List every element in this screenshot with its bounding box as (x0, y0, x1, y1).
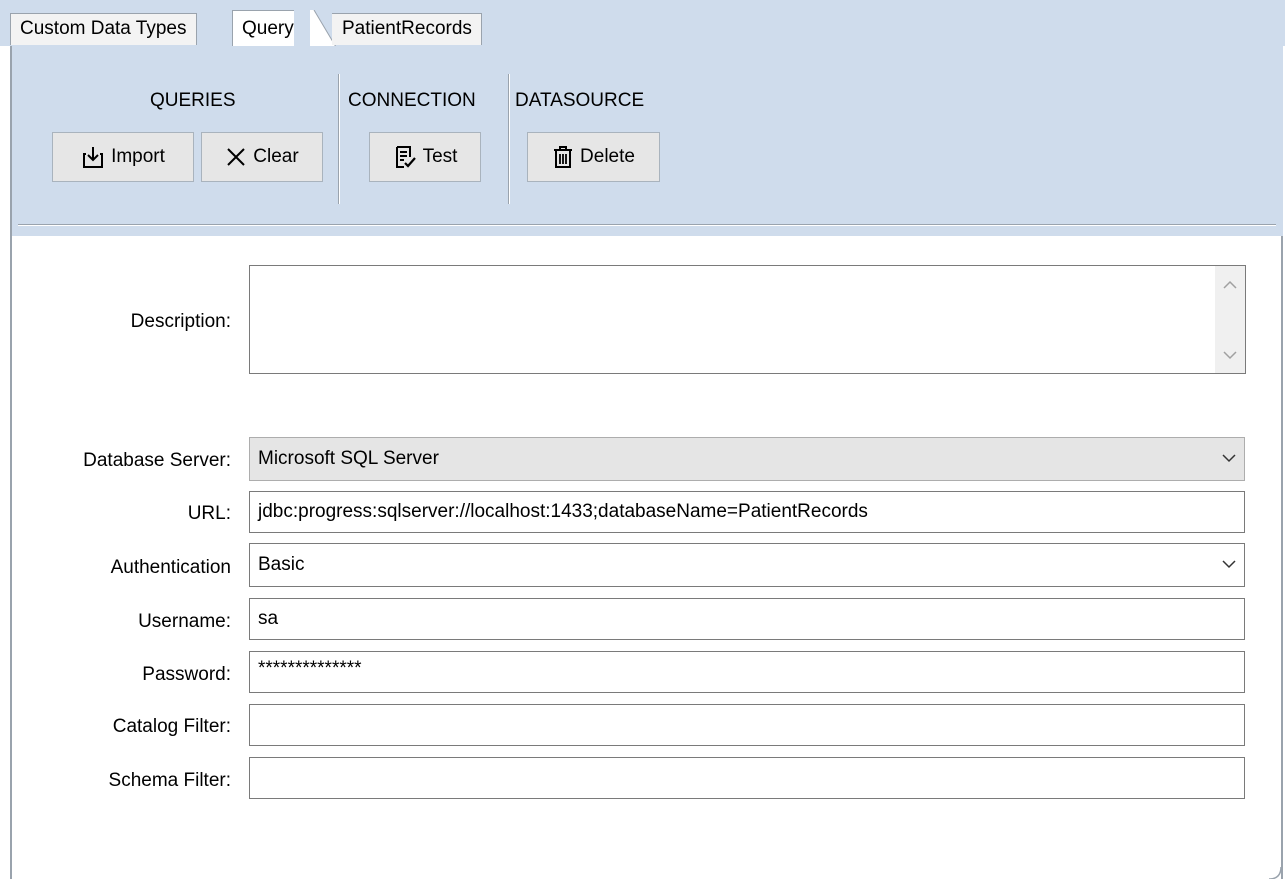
database-server-value: Microsoft SQL Server (258, 448, 439, 469)
import-label: Import (111, 146, 165, 167)
group-separator (338, 74, 340, 204)
description-scrollbar[interactable] (1215, 266, 1245, 373)
schema-filter-input[interactable] (249, 757, 1245, 799)
test-label: Test (422, 146, 458, 167)
url-input[interactable]: jdbc:progress:sqlserver://localhost:1433… (249, 491, 1245, 533)
username-label: Username: (138, 611, 231, 632)
database-server-select[interactable]: Microsoft SQL Server (249, 437, 1245, 481)
import-icon (83, 147, 104, 168)
tab-label: Query (242, 18, 294, 39)
group-separator (508, 74, 510, 204)
delete-button[interactable]: Delete (527, 132, 660, 182)
checklist-icon (395, 146, 416, 168)
trash-icon (554, 146, 573, 168)
tab-custom-data-types[interactable]: Custom Data Types (10, 13, 197, 45)
tab-label: PatientRecords (342, 18, 472, 39)
url-value: jdbc:progress:sqlserver://localhost:1433… (258, 501, 868, 522)
tab-patientrecords[interactable]: PatientRecords (332, 13, 482, 45)
ribbon-toolbar: QUERIES CONNECTION DATASOURCE Import Cle… (12, 46, 1283, 236)
delete-label: Delete (580, 146, 635, 167)
connection-group-title: CONNECTION (348, 90, 476, 111)
clear-button[interactable]: Clear (201, 132, 323, 182)
clear-label: Clear (253, 146, 299, 167)
import-button[interactable]: Import (52, 132, 194, 182)
toolbar-divider (18, 224, 1276, 226)
password-input[interactable]: ************** (249, 651, 1245, 693)
authentication-value: Basic (258, 554, 305, 575)
chevron-down-icon (1222, 454, 1236, 463)
chevron-down-icon (1222, 560, 1236, 569)
database-server-label: Database Server: (83, 450, 231, 471)
queries-group-title: QUERIES (150, 90, 236, 111)
description-textarea[interactable] (249, 265, 1246, 374)
catalog-filter-input[interactable] (249, 704, 1245, 746)
schema-filter-label: Schema Filter: (108, 770, 231, 791)
query-panel: QUERIES CONNECTION DATASOURCE Import Cle… (10, 46, 1283, 879)
password-label: Password: (142, 664, 231, 685)
authentication-select[interactable]: Basic (249, 543, 1245, 587)
resize-corner (1269, 867, 1281, 879)
tab-strip: Custom Data Types Query PatientRecords (0, 0, 1285, 47)
catalog-filter-label: Catalog Filter: (112, 716, 231, 737)
close-icon (227, 148, 246, 166)
tab-label: Custom Data Types (20, 18, 187, 39)
username-input[interactable]: sa (249, 598, 1245, 640)
scroll-up-icon[interactable] (1223, 280, 1237, 290)
description-label: Description: (130, 311, 231, 332)
tab-query[interactable]: Query (232, 10, 294, 47)
datasource-group-title: DATASOURCE (515, 90, 645, 111)
password-value: ************** (258, 658, 362, 679)
test-button[interactable]: Test (369, 132, 481, 182)
authentication-label: Authentication (110, 557, 231, 578)
username-value: sa (258, 608, 279, 629)
url-label: URL: (187, 503, 231, 524)
scroll-down-icon[interactable] (1223, 350, 1237, 360)
